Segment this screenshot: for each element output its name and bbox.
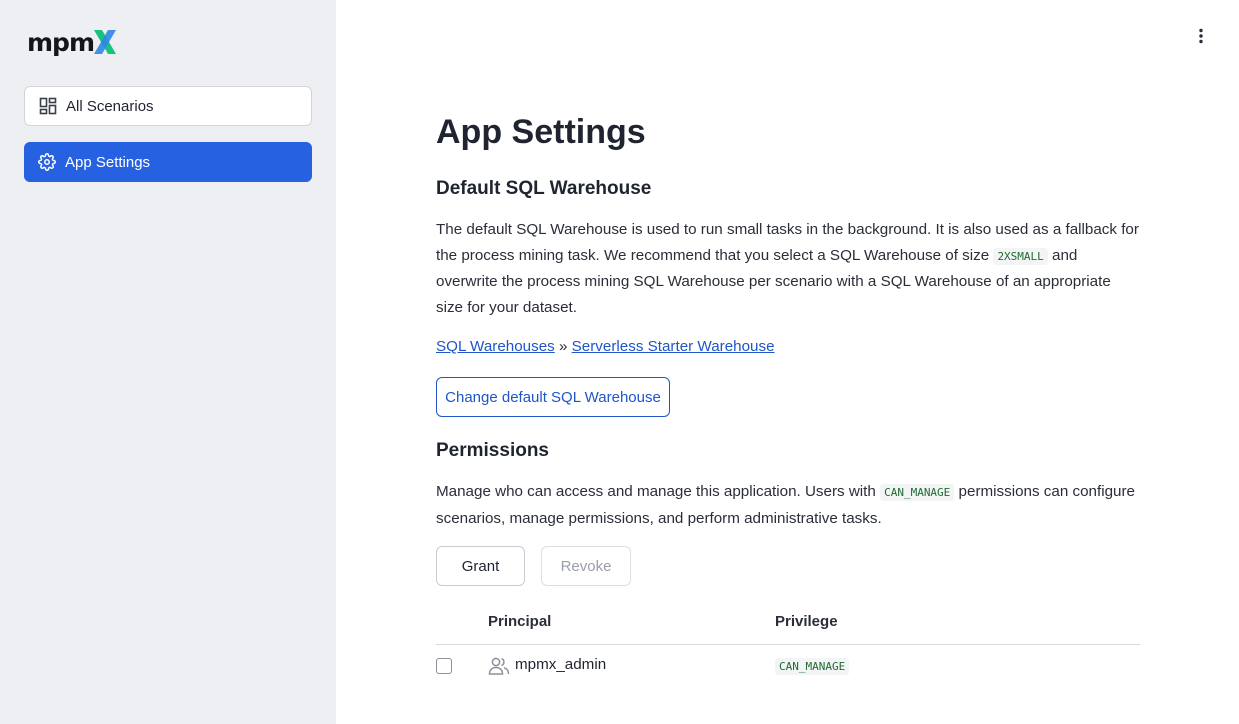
column-header-privilege: Privilege xyxy=(775,613,838,630)
permissions-heading: Permissions xyxy=(436,440,549,461)
size-code: 2XSMALL xyxy=(993,247,1048,265)
sidebar: mpm All Scenarios App Settings xyxy=(0,0,336,724)
table-row: mpmx_admin CAN_MANAGE xyxy=(436,645,1140,687)
row-checkbox[interactable] xyxy=(436,658,452,674)
grant-button[interactable]: Grant xyxy=(436,546,525,586)
permissions-description: Manage who can access and manage this ap… xyxy=(436,479,1140,531)
sidebar-item-app-settings[interactable]: App Settings xyxy=(24,142,312,182)
sidebar-item-all-scenarios[interactable]: All Scenarios xyxy=(24,86,312,126)
logo-x-mark xyxy=(94,30,116,54)
principal-name: mpmx_admin xyxy=(515,656,607,673)
sql-warehouse-heading: Default SQL Warehouse xyxy=(436,178,652,199)
revoke-button: Revoke xyxy=(541,546,631,586)
sidebar-item-label: All Scenarios xyxy=(66,97,154,115)
logo-text: mpm xyxy=(27,27,95,57)
page-title: App Settings xyxy=(436,113,646,151)
breadcrumb-sql-warehouses-link[interactable]: SQL Warehouses xyxy=(436,338,555,355)
logo[interactable]: mpm xyxy=(27,27,127,57)
privilege-code: CAN_MANAGE xyxy=(775,658,850,675)
sidebar-item-label: App Settings xyxy=(65,153,151,171)
column-header-principal: Principal xyxy=(488,613,552,630)
breadcrumb-separator: » xyxy=(558,338,568,355)
gear-icon xyxy=(38,153,56,171)
permission-code: CAN_MANAGE xyxy=(880,484,955,501)
change-default-warehouse-button[interactable]: Change default SQL Warehouse xyxy=(436,377,670,417)
breadcrumb: SQL Warehouses » Serverless Starter Ware… xyxy=(436,338,775,355)
more-options-icon[interactable] xyxy=(1191,26,1211,46)
sql-warehouse-description: The default SQL Warehouse is used to run… xyxy=(436,217,1140,321)
dashboard-icon xyxy=(39,97,57,115)
user-group-icon xyxy=(488,656,510,676)
perm-desc-part-1: Manage who can access and manage this ap… xyxy=(436,483,876,500)
breadcrumb-current-warehouse-link[interactable]: Serverless Starter Warehouse xyxy=(572,338,775,355)
